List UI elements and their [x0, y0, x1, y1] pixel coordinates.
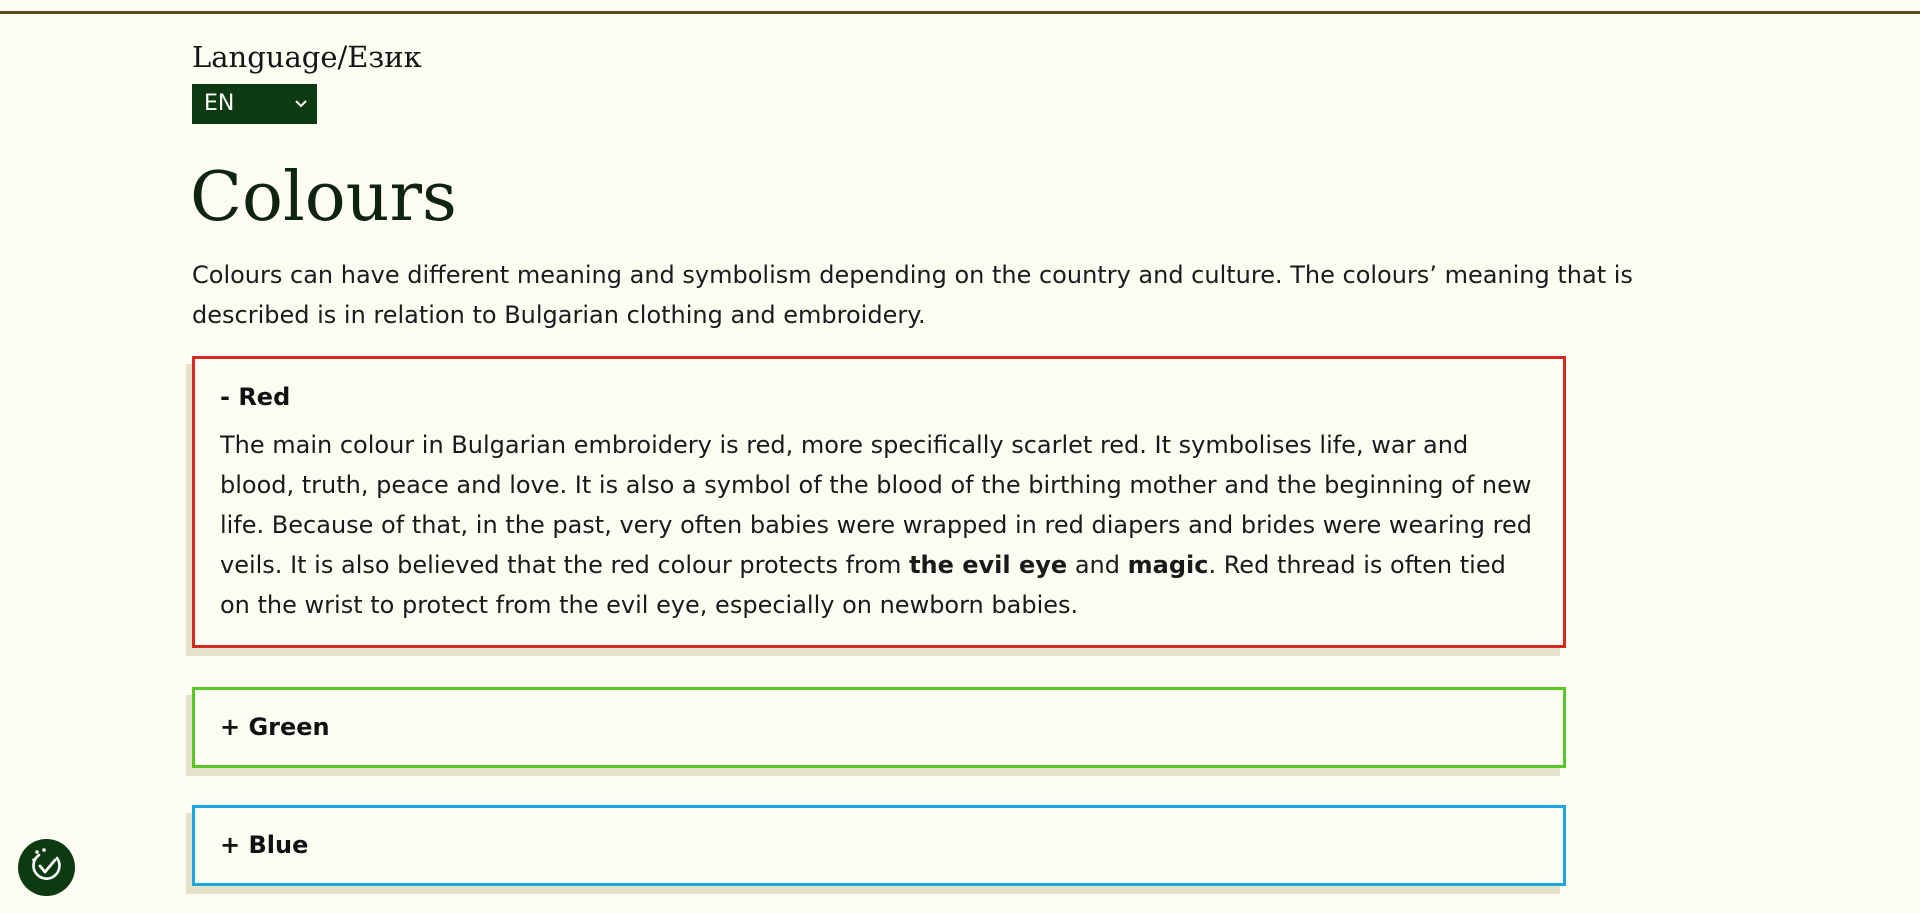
- accordion-toggle-red[interactable]: - Red: [195, 359, 1563, 413]
- language-select[interactable]: EN: [192, 84, 317, 124]
- intro-paragraph: Colours can have different meaning and s…: [192, 261, 1633, 329]
- page-title: Colours: [190, 158, 457, 237]
- red-text-part-2: and: [1067, 551, 1128, 579]
- accordion-panel-red: - Red The main colour in Bulgarian embro…: [192, 356, 1566, 648]
- accessibility-button[interactable]: [18, 839, 75, 896]
- language-selected-value: EN: [204, 91, 235, 116]
- accordion-panel-blue: + Blue: [192, 805, 1566, 886]
- accordion-toggle-green[interactable]: + Green: [195, 690, 1563, 765]
- accessibility-check-icon: [28, 847, 66, 889]
- accordion-toggle-blue[interactable]: + Blue: [195, 808, 1563, 883]
- panel-body-red: The main colour in Bulgarian embroidery …: [220, 425, 1538, 625]
- language-label: Language/Език: [192, 40, 422, 74]
- chevron-down-icon: [295, 84, 307, 124]
- red-text-bold-magic: magic: [1127, 551, 1209, 579]
- top-divider: [0, 0, 1920, 14]
- red-text-bold-evil-eye: the evil eye: [909, 551, 1068, 579]
- accordion-panel-green: + Green: [192, 687, 1566, 768]
